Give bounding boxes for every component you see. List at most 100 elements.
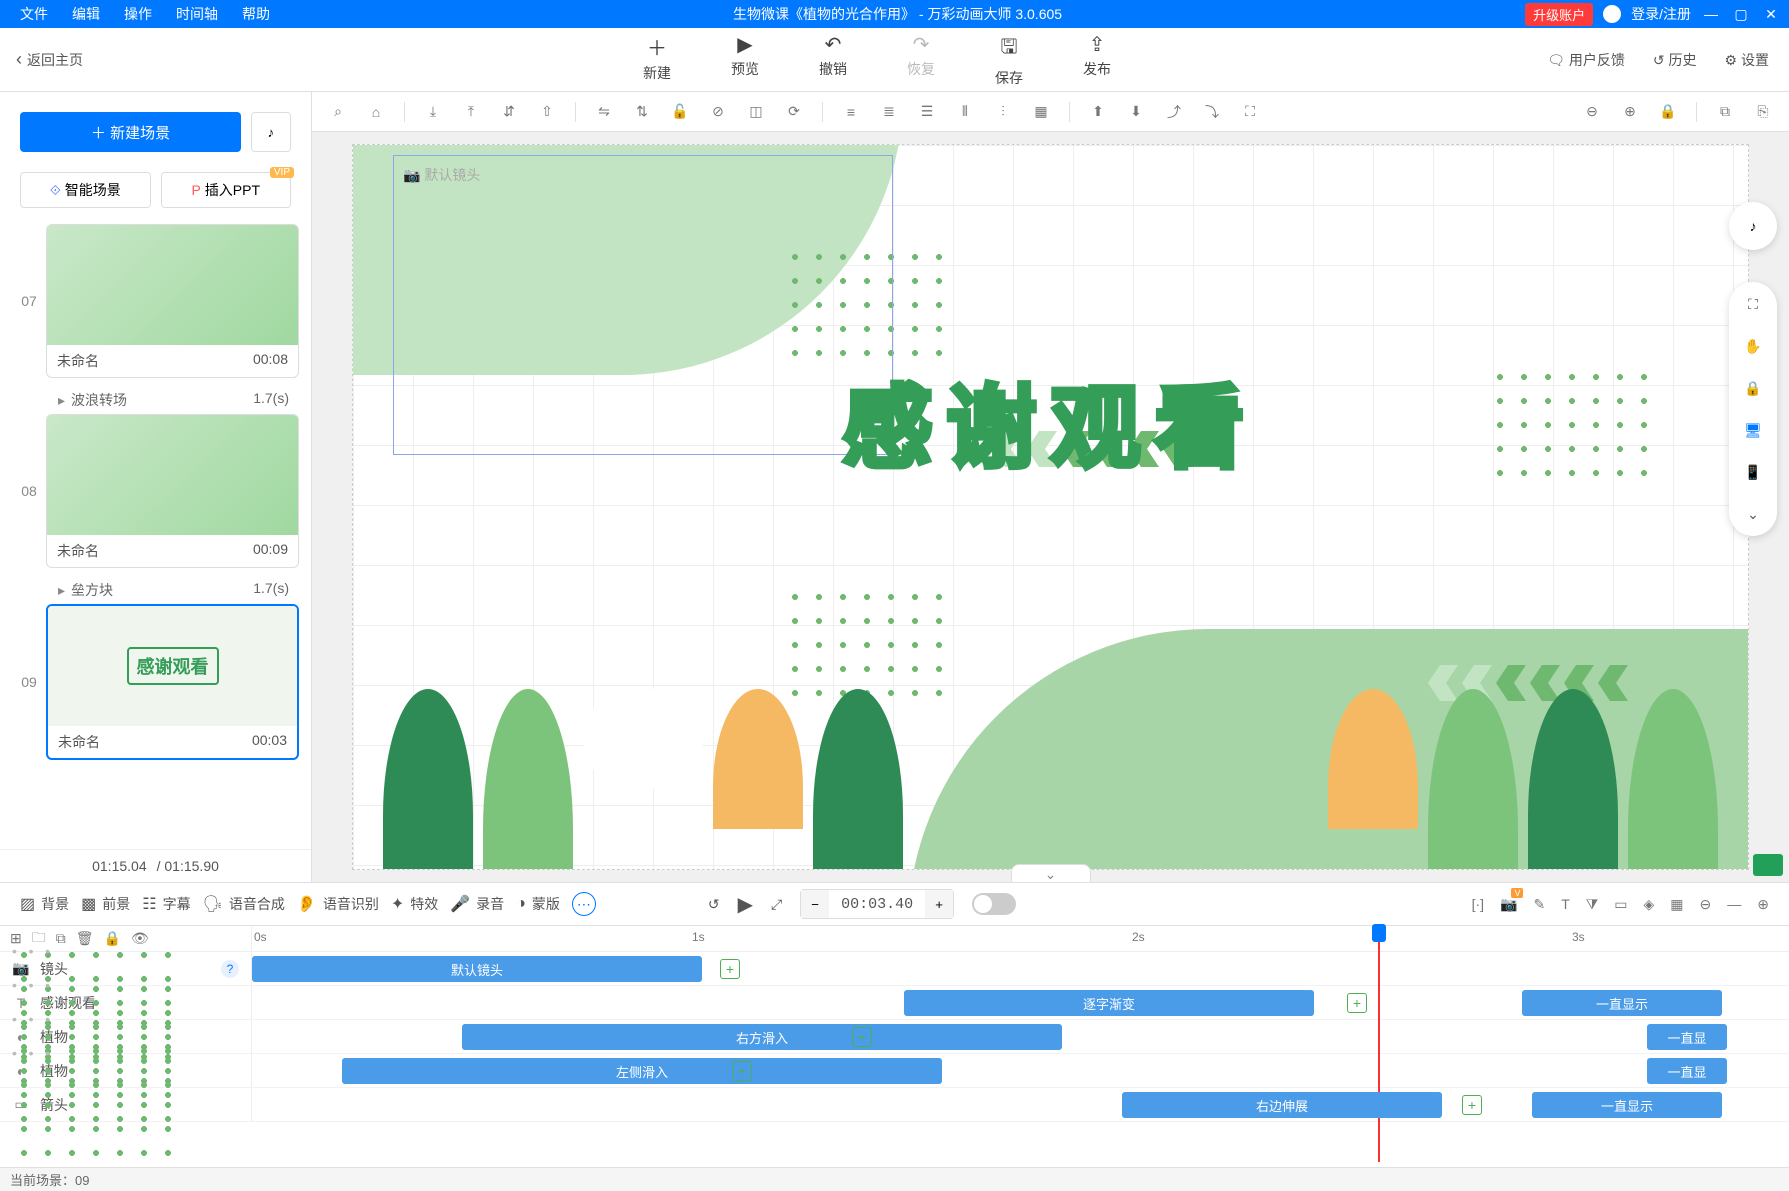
back-home-button[interactable]: 返回主页 (16, 49, 83, 70)
align-bottom-icon[interactable]: ⤓ (417, 98, 449, 126)
zoom-out-icon[interactable]: ⊖ (1576, 98, 1608, 126)
align-vcenter-icon[interactable]: ⇵ (493, 98, 525, 126)
track-lane[interactable]: 默认镜头 + (252, 952, 1789, 985)
undo-button[interactable]: ↶撤销 (819, 32, 847, 88)
scene-item-08[interactable]: 未命名00:09 (46, 414, 299, 568)
zoom-slider-icon[interactable]: — (1727, 896, 1741, 913)
menu-timeline[interactable]: 时间轴 (176, 4, 218, 24)
mobile-icon[interactable]: 📱 (1741, 460, 1765, 484)
distribute-h-icon[interactable]: ⫴ (949, 98, 981, 126)
avatar-icon[interactable] (1603, 5, 1621, 23)
maximize-icon[interactable]: ▢ (1731, 4, 1751, 24)
layer-down-icon[interactable]: ⬇ (1120, 98, 1152, 126)
minimize-icon[interactable]: — (1701, 4, 1721, 24)
scene-music-button[interactable]: ♪ (251, 112, 291, 152)
layer-bottom-icon[interactable]: ⤵ (1196, 98, 1228, 126)
new-button[interactable]: ＋新建 (643, 32, 671, 88)
tts-button[interactable]: 🗣语音合成 (203, 894, 285, 914)
upgrade-button[interactable]: 升级账户 (1525, 3, 1593, 26)
align-top-icon[interactable]: ⤒ (455, 98, 487, 126)
track-lane[interactable]: 右方滑入 一直显 + (252, 1020, 1789, 1053)
delete-icon[interactable]: ⊘ (702, 98, 734, 126)
canvas-stage[interactable]: 📷 默认镜头 感谢观看 ♪ ⛶ ✋ 🔒 🖥 📱 ⌄ ⌄ (312, 132, 1789, 882)
hand-icon[interactable]: ✋ (1741, 334, 1765, 358)
layer-top-icon[interactable]: ⤴ (1158, 98, 1190, 126)
login-button[interactable]: 登录/注册 (1631, 4, 1691, 24)
frame-icon[interactable]: ▭ (1614, 896, 1627, 913)
new-scene-button[interactable]: ＋ 新建场景 (20, 112, 241, 152)
timeline-clip[interactable]: 默认镜头 (252, 956, 702, 982)
publish-button[interactable]: ⇪发布 (1083, 32, 1111, 88)
record-button[interactable]: 🎤录音 (450, 894, 504, 914)
insert-ppt-button[interactable]: P插入PPTVIP (161, 172, 292, 208)
timeline-clip[interactable]: 右方滑入 (462, 1024, 1062, 1050)
text-icon[interactable]: T (1561, 896, 1570, 913)
camera-bounds[interactable] (393, 155, 893, 455)
add-keyframe-button[interactable]: + (732, 1061, 752, 1081)
add-keyframe-button[interactable]: + (852, 1027, 872, 1047)
menu-action[interactable]: 操作 (124, 4, 152, 24)
fit-icon[interactable]: ⛶ (1234, 98, 1266, 126)
timeline-clip[interactable]: 一直显 (1647, 1058, 1727, 1084)
history-button[interactable]: ↺ 历史 (1653, 50, 1697, 70)
play-icon[interactable]: ▶ (738, 892, 753, 917)
zoom-in-icon[interactable]: ⊕ (1614, 98, 1646, 126)
group-icon[interactable]: ▦ (1025, 98, 1057, 126)
save-button[interactable]: 🖫保存 (995, 32, 1023, 88)
time-plus-button[interactable]: + (925, 890, 953, 918)
desktop-icon[interactable]: 🖥 (1741, 418, 1765, 442)
filter-icon[interactable]: ⧩ (1586, 896, 1599, 913)
timeline-clip[interactable]: 左侧滑入 (342, 1058, 942, 1084)
timeline-clip[interactable]: 一直显 (1647, 1024, 1727, 1050)
select-icon[interactable]: ⌕ (322, 98, 354, 126)
background-button[interactable]: ▨背景 (20, 894, 69, 914)
more-button[interactable]: ⋯ (572, 892, 596, 916)
track-label[interactable]: ▭箭头• • • (0, 1088, 252, 1121)
mask-button[interactable]: ◑蒙版 (516, 894, 560, 914)
bracket-icon[interactable]: [·] (1472, 896, 1484, 913)
timeline-clip[interactable]: 右边伸展 (1122, 1092, 1442, 1118)
expand-icon[interactable]: ⤢ (771, 896, 782, 913)
timeline-clip[interactable]: 一直显示 (1522, 990, 1722, 1016)
effects-button[interactable]: ✦特效 (391, 894, 438, 914)
foreground-button[interactable]: ▩前景 (81, 894, 130, 914)
close-icon[interactable]: ✕ (1761, 4, 1781, 24)
preview-button[interactable]: ▶预览 (731, 32, 759, 88)
align-center-icon[interactable]: ≣ (873, 98, 905, 126)
menu-help[interactable]: 帮助 (242, 4, 270, 24)
playhead[interactable] (1372, 924, 1386, 942)
rewind-icon[interactable]: ↺ (708, 896, 720, 913)
fullscreen-icon[interactable]: ⛶ (1741, 292, 1765, 316)
keyframe-icon[interactable]: ◈ (1644, 896, 1655, 913)
track-dots[interactable]: • • • (12, 1045, 172, 1165)
redo-button[interactable]: ↷恢复 (907, 32, 935, 88)
time-minus-button[interactable]: − (801, 890, 829, 918)
menu-edit[interactable]: 编辑 (72, 4, 100, 24)
transition-row[interactable]: ▸垒方块1.7(s) (12, 576, 299, 604)
timeline-clip[interactable]: 一直显示 (1532, 1092, 1722, 1118)
snap-toggle[interactable] (972, 893, 1016, 915)
timeline-clip[interactable]: 逐字渐变 (904, 990, 1314, 1016)
bring-front-icon[interactable]: ⇧ (531, 98, 563, 126)
transition-row[interactable]: ▸波浪转场1.7(s) (12, 386, 299, 414)
chevron-down-icon[interactable]: ⌄ (1741, 502, 1765, 526)
track-lane[interactable]: 左侧滑入 一直显 + (252, 1054, 1789, 1087)
track-lane[interactable]: 右边伸展一直显示+ (252, 1088, 1789, 1121)
asr-button[interactable]: 👂语音识别 (297, 894, 379, 914)
lock-canvas-icon[interactable]: 🔒 (1652, 98, 1684, 126)
scene-item-09[interactable]: 感谢观看 未命名00:03 (46, 604, 299, 760)
expand-timeline-button[interactable]: ⌄ (1011, 864, 1091, 882)
smart-scene-button[interactable]: ⟐智能场景 (20, 172, 151, 208)
scene-item-07[interactable]: 未命名00:08 (46, 224, 299, 378)
add-keyframe-button[interactable]: + (720, 959, 740, 979)
camera-icon[interactable]: 📷 (1500, 896, 1517, 913)
home-icon[interactable]: ⌂ (360, 98, 392, 126)
main-title-text[interactable]: 感谢观看 (843, 355, 1259, 485)
timeline-ruler[interactable]: 0s 1s 2s 3s (252, 926, 1789, 951)
group-icon[interactable]: ▦ (1670, 896, 1683, 913)
align-left-icon[interactable]: ≡ (835, 98, 867, 126)
feedback-button[interactable]: 🗨 用户反馈 (1547, 50, 1625, 70)
lock-icon[interactable]: 🔓 (664, 98, 696, 126)
distribute-v-icon[interactable]: ⫶ (987, 98, 1019, 126)
settings-button[interactable]: ⚙ 设置 (1725, 50, 1769, 70)
